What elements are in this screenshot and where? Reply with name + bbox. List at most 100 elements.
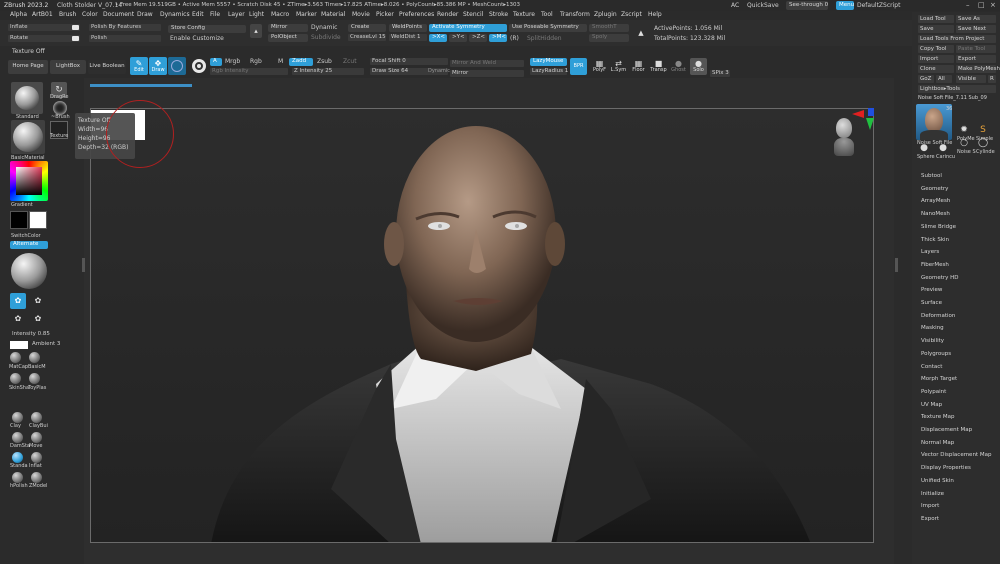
split-hidden-button[interactable]: SplitHidden [527, 36, 562, 42]
section-vector-displacement-map[interactable]: Vector Displacement Map [921, 452, 991, 459]
alpha-thumbnail[interactable] [53, 101, 67, 115]
section-morph-target[interactable]: Morph Target [921, 376, 957, 383]
light-bulb-icon-2[interactable]: ✿ [10, 311, 26, 327]
tool-save-as-button[interactable]: Save As [956, 15, 996, 23]
menu-draw[interactable]: Draw [137, 12, 153, 18]
menu-edit[interactable]: Edit [192, 12, 204, 18]
store-config-button[interactable]: Store Config [168, 25, 246, 33]
lightbox-button[interactable]: LightBox [50, 60, 86, 74]
brush-damsta-icon[interactable] [12, 432, 23, 443]
section-display-properties[interactable]: Display Properties [921, 465, 971, 472]
section-uv-map[interactable]: UV Map [921, 402, 942, 409]
menu-zplugin[interactable]: Zplugin [594, 12, 617, 18]
tool-save-next-button[interactable]: Save Next [956, 25, 996, 33]
light-bulb-icon-3[interactable]: ✿ [30, 311, 46, 327]
menu-stroke[interactable]: Stroke [489, 12, 508, 18]
tool-all-button[interactable]: All [936, 75, 952, 83]
light-sphere[interactable] [11, 253, 47, 289]
brush-thumbnail[interactable] [11, 82, 43, 114]
section-displacement-map[interactable]: Displacement Map [921, 427, 972, 434]
radial-symmetry-label[interactable]: (R) [510, 36, 519, 42]
floor-button[interactable]: ▦ Floor [630, 58, 647, 75]
section-slime-bridge[interactable]: Slime Bridge [921, 224, 956, 231]
menu-file[interactable]: File [210, 12, 220, 18]
menu-layer[interactable]: Layer [228, 12, 245, 18]
section-texture-map[interactable]: Texture Map [921, 414, 955, 421]
home-page-button[interactable]: Home Page [8, 60, 48, 74]
default-zscript-button[interactable]: DefaultZScript [857, 3, 900, 9]
material-matcap-icon[interactable] [10, 352, 21, 363]
secondary-color-swatch[interactable] [29, 211, 47, 229]
polyobject-button[interactable]: PolObject [268, 34, 308, 42]
canvas-scroll-indicator[interactable] [90, 84, 192, 87]
axis-gizmo[interactable] [852, 108, 874, 134]
section-visibility[interactable]: Visibility [921, 338, 944, 345]
tool-save-button[interactable]: Save [918, 25, 954, 33]
tool-export-button[interactable]: Export [956, 55, 996, 63]
section-unified-skin[interactable]: Unified Skin [921, 478, 954, 485]
move-button[interactable]: ✥ Draw [149, 57, 167, 75]
z-intensity-slider[interactable]: Z Intensity 25 [292, 68, 364, 75]
perspective-gizmo[interactable] [834, 118, 854, 158]
navigation-head-icon[interactable] [836, 118, 852, 138]
menu-zscript[interactable]: Zscript [621, 12, 642, 18]
brush-standa-icon[interactable] [12, 452, 23, 463]
ghost-button[interactable]: ● Ghost [670, 58, 687, 75]
texture-off-label[interactable]: Texture Off [12, 49, 45, 55]
focal-shift-slider[interactable]: Focal Shift 0 [370, 58, 448, 65]
section-polypaint[interactable]: Polypaint [921, 389, 946, 396]
menu-transform[interactable]: Transform [560, 12, 590, 18]
mirror-button-2[interactable]: Mirror [450, 70, 524, 77]
live-boolean-button[interactable]: Live Boolean [88, 60, 126, 74]
brush-move-icon[interactable] [31, 432, 42, 443]
section-import[interactable]: Import [921, 503, 939, 510]
polyf-button[interactable]: ▦ PolyF [591, 58, 608, 75]
inflate-slider[interactable]: Inflate [8, 24, 80, 31]
gradient-label[interactable]: Gradient [11, 203, 33, 208]
section-fibermesh[interactable]: FiberMesh [921, 262, 949, 269]
rotate-slider[interactable]: Rotate [8, 35, 80, 42]
section-subtool[interactable]: Subtool [921, 173, 942, 180]
color-picker-square[interactable] [16, 167, 42, 195]
tool-goz-button[interactable]: GoZ [918, 75, 934, 83]
a-button[interactable]: A [210, 58, 222, 66]
section-thick-skin[interactable]: Thick Skin [921, 237, 949, 244]
brush-inflat-icon[interactable] [31, 452, 42, 463]
switch-color-button[interactable]: SwitchColor [11, 234, 41, 239]
symmetry-x-button[interactable]: >X< [429, 34, 447, 42]
material-basicm-icon[interactable] [29, 352, 40, 363]
menu-document[interactable]: Document [103, 12, 134, 18]
mirror-and-weld-button[interactable]: Mirror And Weld [450, 60, 524, 67]
ac-label[interactable]: AC [731, 3, 739, 9]
weldpoints-button[interactable]: WeldPoints [389, 24, 427, 32]
window-controls[interactable]: – □ × [906, 2, 998, 10]
ambient-swatch[interactable] [10, 341, 28, 349]
symmetry-m-button[interactable]: >M< [489, 34, 507, 42]
section-layers[interactable]: Layers [921, 249, 939, 256]
section-arraymesh[interactable]: ArrayMesh [921, 198, 950, 205]
polish-slider[interactable]: Polish [89, 35, 161, 42]
zsub-button[interactable]: Zsub [317, 59, 332, 65]
menu-dynamics[interactable]: Dynamics [160, 12, 190, 18]
menu-color[interactable]: Color [82, 12, 98, 18]
tool-lightbox-tools-button[interactable]: Lightbox▸Tools [918, 85, 996, 93]
tool-visible-button[interactable]: Visible [956, 75, 986, 83]
welddist-slider[interactable]: WeldDist 1 [389, 34, 427, 41]
section-masking[interactable]: Masking [921, 325, 944, 332]
menu-preferences[interactable]: Preferences [399, 12, 434, 18]
zsphere-icon[interactable] [190, 57, 208, 75]
section-geometry-hd[interactable]: Geometry HD [921, 275, 959, 282]
light-bulb-active-icon[interactable]: ✿ [10, 293, 26, 309]
tool-paste-tool-button[interactable]: Paste Tool [956, 45, 996, 53]
symmetry-y-button[interactable]: >Y< [449, 34, 467, 42]
menu-light[interactable]: Light [249, 12, 264, 18]
menu-alpha[interactable]: Alpha [10, 12, 27, 18]
alternate-button[interactable]: Alternate [10, 241, 48, 249]
menu-material[interactable]: Material [321, 12, 345, 18]
menu-movie[interactable]: Movie [352, 12, 370, 18]
transp-button[interactable]: ■ Transp [650, 58, 667, 75]
activate-symmetry-button[interactable]: Activate Symmetry [429, 24, 507, 32]
left-tray-handle[interactable] [82, 258, 85, 272]
right-tray-handle[interactable] [895, 258, 898, 272]
tool-load-tools-from-project-button[interactable]: Load Tools From Project [918, 35, 996, 43]
